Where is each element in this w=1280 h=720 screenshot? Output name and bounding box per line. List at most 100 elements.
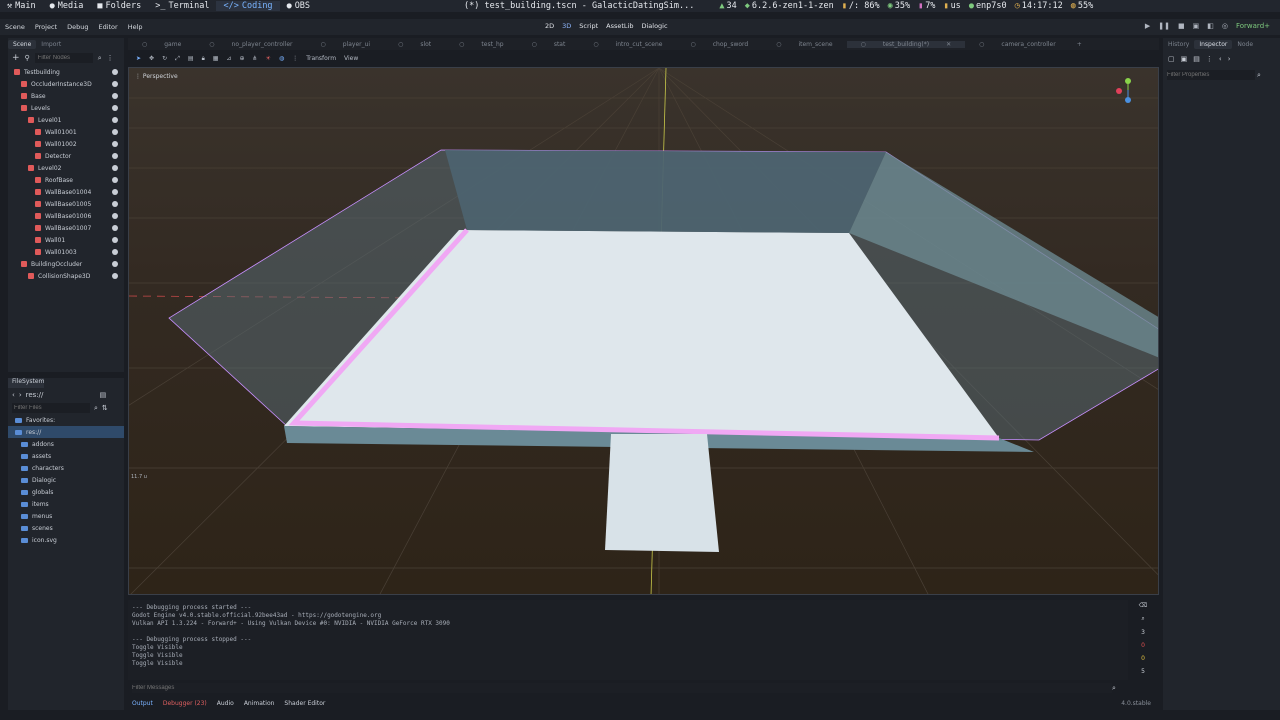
- visibility-eye-icon[interactable]: [112, 201, 118, 207]
- tab-debugger[interactable]: Debugger (23): [163, 700, 207, 707]
- mode-dialogic[interactable]: Dialogic: [641, 22, 667, 30]
- tree-node[interactable]: Level02: [8, 162, 124, 174]
- add-tab-icon[interactable]: +: [1070, 41, 1089, 48]
- menu-editor[interactable]: Editor: [93, 23, 122, 31]
- clear-icon[interactable]: ⌫: [1139, 602, 1147, 609]
- 3d-viewport[interactable]: ⋮ Perspective 11.7 u: [128, 67, 1159, 595]
- list-select-icon[interactable]: ▤: [188, 55, 194, 62]
- tree-node[interactable]: WallBase01006: [8, 210, 124, 222]
- scene-tab[interactable]: ○ intro_cut_scene: [579, 41, 676, 48]
- visibility-eye-icon[interactable]: [112, 93, 118, 99]
- sort-icon[interactable]: ⇅: [102, 404, 108, 412]
- scene-tab[interactable]: ○ slot: [384, 41, 445, 48]
- forward-icon[interactable]: ›: [1228, 55, 1231, 63]
- new-resource-icon[interactable]: ▢: [1168, 55, 1175, 63]
- mode-assetlib[interactable]: AssetLib: [606, 22, 633, 30]
- scene-tab[interactable]: ○ item_scene: [762, 41, 846, 48]
- file-item[interactable]: assets: [8, 450, 124, 462]
- tree-node[interactable]: Levels: [8, 102, 124, 114]
- visibility-eye-icon[interactable]: [112, 117, 118, 123]
- mode-3d[interactable]: 3D: [562, 22, 571, 30]
- filter-nodes-input[interactable]: [34, 53, 93, 63]
- workspace-media[interactable]: ● Media: [43, 1, 91, 11]
- move-tool-icon[interactable]: ✥: [149, 55, 154, 62]
- visibility-eye-icon[interactable]: [112, 129, 118, 135]
- save-icon[interactable]: ▤: [1193, 55, 1200, 63]
- environment-icon[interactable]: ◍: [279, 55, 284, 62]
- search-icon[interactable]: ⌕: [1257, 71, 1261, 80]
- scene-tab[interactable]: ○ player_ui: [307, 41, 385, 48]
- menu-help[interactable]: Help: [123, 23, 148, 31]
- tree-node[interactable]: CollisionShape3D: [8, 270, 124, 282]
- visibility-eye-icon[interactable]: [112, 81, 118, 87]
- visibility-eye-icon[interactable]: [112, 177, 118, 183]
- tree-node[interactable]: Wall01002: [8, 138, 124, 150]
- path-field[interactable]: res://: [26, 391, 96, 399]
- tab-inspector[interactable]: Inspector: [1194, 39, 1233, 49]
- file-item[interactable]: menus: [8, 510, 124, 522]
- tree-node[interactable]: OccluderInstance3D: [8, 78, 124, 90]
- perspective-menu[interactable]: ⋮ Perspective: [135, 73, 178, 80]
- workspace-coding[interactable]: </> Coding: [216, 1, 280, 11]
- visibility-eye-icon[interactable]: [112, 165, 118, 171]
- play-scene-icon[interactable]: ▣: [1193, 22, 1200, 30]
- back-icon[interactable]: ‹: [1219, 55, 1222, 63]
- menu-project[interactable]: Project: [30, 23, 62, 31]
- search-icon[interactable]: ⌕: [94, 404, 98, 413]
- close-icon[interactable]: ✕: [939, 41, 958, 48]
- tree-node[interactable]: Level01: [8, 114, 124, 126]
- more-icon[interactable]: ⋮: [1206, 55, 1213, 63]
- file-item[interactable]: addons: [8, 438, 124, 450]
- scene-tab[interactable]: ○ no_player_controller: [195, 41, 306, 48]
- filter-files-input[interactable]: [12, 403, 90, 413]
- menu-scene[interactable]: Scene: [0, 23, 30, 31]
- visibility-eye-icon[interactable]: [112, 225, 118, 231]
- add-node-icon[interactable]: +: [12, 53, 20, 63]
- tree-node[interactable]: Wall01001: [8, 126, 124, 138]
- tree-node[interactable]: BuildingOccluder: [8, 258, 124, 270]
- filter-messages-input[interactable]: [132, 683, 1112, 693]
- play-custom-icon[interactable]: ◧: [1207, 22, 1214, 30]
- sun-icon[interactable]: ☀: [266, 55, 271, 62]
- file-item[interactable]: icon.svg: [8, 534, 124, 546]
- link-icon[interactable]: ⚲: [25, 54, 30, 62]
- tab-audio[interactable]: Audio: [217, 700, 234, 707]
- workspace-folders[interactable]: ■ Folders: [90, 1, 148, 11]
- menu-debug[interactable]: Debug: [62, 23, 93, 31]
- tree-node[interactable]: WallBase01005: [8, 198, 124, 210]
- visibility-eye-icon[interactable]: [112, 105, 118, 111]
- info-count[interactable]: 5: [1141, 668, 1145, 675]
- filter-properties-input[interactable]: [1167, 70, 1255, 80]
- file-item[interactable]: Favorites:: [8, 414, 124, 426]
- log-count[interactable]: 3: [1141, 629, 1145, 636]
- visibility-eye-icon[interactable]: [112, 153, 118, 159]
- scene-tab[interactable]: ○ stat: [518, 41, 580, 48]
- tree-node[interactable]: WallBase01007: [8, 222, 124, 234]
- scene-tab[interactable]: ○ test_building(*) ✕: [846, 40, 966, 48]
- warning-count[interactable]: 0: [1141, 655, 1145, 662]
- file-item[interactable]: globals: [8, 486, 124, 498]
- visibility-eye-icon[interactable]: [112, 189, 118, 195]
- search-icon[interactable]: ⌕: [1141, 615, 1144, 623]
- load-icon[interactable]: ▣: [1181, 55, 1188, 63]
- file-item[interactable]: res://: [8, 426, 124, 438]
- play-icon[interactable]: ▶: [1145, 22, 1150, 30]
- file-item[interactable]: items: [8, 498, 124, 510]
- pause-icon[interactable]: ❚❚: [1158, 22, 1170, 30]
- visibility-eye-icon[interactable]: [112, 249, 118, 255]
- tree-node[interactable]: Wall01003: [8, 246, 124, 258]
- scene-tab[interactable]: ○ camera_controller: [965, 41, 1070, 48]
- movie-icon[interactable]: ◎: [1222, 22, 1228, 30]
- scale-tool-icon[interactable]: ⤢: [175, 55, 180, 63]
- workspace-obs[interactable]: ● OBS: [280, 1, 317, 11]
- mode-2d[interactable]: 2D: [545, 22, 554, 30]
- tree-node[interactable]: Base: [8, 90, 124, 102]
- tab-scene[interactable]: Scene: [8, 39, 37, 49]
- tab-history[interactable]: History: [1163, 40, 1194, 49]
- group-icon[interactable]: ▦: [213, 55, 219, 62]
- renderer-select[interactable]: Forward+: [1236, 22, 1270, 30]
- error-count[interactable]: 0: [1141, 642, 1145, 649]
- visibility-eye-icon[interactable]: [112, 141, 118, 147]
- tree-node[interactable]: Detector: [8, 150, 124, 162]
- visibility-eye-icon[interactable]: [112, 237, 118, 243]
